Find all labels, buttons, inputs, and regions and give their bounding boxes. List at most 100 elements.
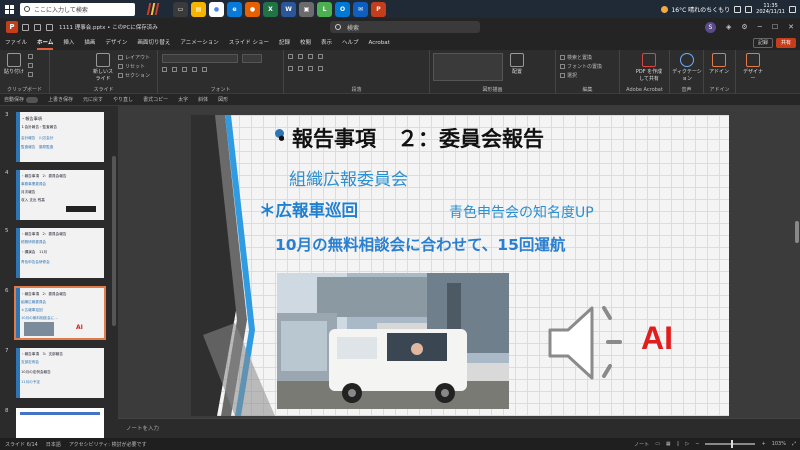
sorter-view-icon[interactable]: ▦ xyxy=(666,441,671,447)
format-painter-button[interactable] xyxy=(28,72,33,77)
align-center-icon[interactable] xyxy=(298,66,303,71)
underline-icon[interactable] xyxy=(182,67,187,72)
align-left-icon[interactable] xyxy=(288,66,293,71)
volume-icon[interactable] xyxy=(745,5,753,13)
tab-draw[interactable]: 描画 xyxy=(84,36,95,50)
ai-label[interactable]: AI xyxy=(641,320,673,357)
redo-icon[interactable] xyxy=(46,23,53,31)
language-indicator[interactable]: 日本語 xyxy=(46,441,61,448)
weather-widget[interactable]: 16°C 晴れのちくもり xyxy=(661,5,730,14)
notification-icon[interactable] xyxy=(789,5,796,13)
document-title[interactable]: 1111 理事会.pptx • このPCに保存済み xyxy=(59,23,158,31)
bold-icon[interactable] xyxy=(162,67,167,72)
bullets-icon[interactable] xyxy=(288,54,293,59)
tab-home[interactable]: ホーム xyxy=(37,36,54,50)
firefox-icon[interactable]: ● xyxy=(245,1,260,17)
slideshow-icon[interactable]: ▷ xyxy=(685,441,689,447)
align-right-icon[interactable] xyxy=(308,66,313,71)
tab-acrobat[interactable]: Acrobat xyxy=(369,36,390,50)
undo-button[interactable]: 元に戻す xyxy=(83,96,103,103)
slide-thumbnail[interactable]: ・報告事項 2：委員会報告 税務研修委員会 ・講演会 11月 青色申告会研修会 xyxy=(16,228,104,278)
record-button[interactable]: 記録 xyxy=(752,38,773,48)
campaign-text[interactable]: ＊広報車巡回 xyxy=(259,197,358,221)
section-button[interactable]: セクション xyxy=(118,72,150,79)
outlook-icon[interactable]: O xyxy=(335,1,350,17)
font-size-select[interactable] xyxy=(242,54,262,63)
zoom-out-icon[interactable]: − xyxy=(695,441,699,447)
panel-scrollbar[interactable] xyxy=(112,106,116,438)
addins-button[interactable]: アドイン xyxy=(708,53,730,75)
find-replace-button[interactable]: 検索と置換 xyxy=(560,54,592,61)
notes-pane[interactable]: ノートを入力 xyxy=(118,418,800,438)
slide-thumb-row[interactable]: 4 ・報告事項 2：委員会報告 事務事業委員会 月次報告 収入 支出 残高 xyxy=(0,170,118,226)
zoom-level[interactable]: 103% xyxy=(772,441,786,447)
windows-start-button[interactable] xyxy=(0,0,18,18)
zoom-slider[interactable] xyxy=(705,440,756,448)
slide-thumb-row[interactable]: 5 ・報告事項 2：委員会報告 税務研修委員会 ・講演会 11月 青色申告会研修… xyxy=(0,228,118,284)
tab-view[interactable]: 表示 xyxy=(321,36,332,50)
shapes-gallery[interactable] xyxy=(433,53,503,81)
justify-icon[interactable] xyxy=(318,66,323,71)
slide-thumbnail-selected[interactable]: ・報告事項 2：委員会報告 組織広報委員会 ＊広報車巡回 10月の無料相談会に…… xyxy=(14,286,106,340)
reset-button[interactable]: リセット xyxy=(118,63,145,70)
mail-icon[interactable]: ✉ xyxy=(353,1,368,17)
slide-title[interactable]: ・報告事項 ２：委員会報告 xyxy=(271,123,544,153)
accessibility-status[interactable]: アクセシビリティ: 検討が必要です xyxy=(69,441,147,448)
numbering-icon[interactable] xyxy=(298,54,303,59)
font-color-icon[interactable] xyxy=(202,67,207,72)
strike-icon[interactable] xyxy=(192,67,197,72)
taskbar-search-box[interactable]: ここに入力して検索 xyxy=(20,2,135,16)
indent-icon[interactable] xyxy=(308,54,313,59)
replace-fonts-button[interactable]: フォントの置換 xyxy=(560,63,602,70)
slide-thumb-row[interactable]: 8 xyxy=(0,408,118,438)
copilot-icon[interactable]: ◈ xyxy=(726,23,731,31)
scrollbar-thumb[interactable] xyxy=(795,221,799,243)
tab-help[interactable]: ヘルプ xyxy=(342,36,359,50)
tab-insert[interactable]: 挿入 xyxy=(63,36,74,50)
italic-button[interactable]: 斜体 xyxy=(198,96,208,103)
save-button[interactable]: 上書き保存 xyxy=(48,96,73,103)
share-button[interactable]: 共有 xyxy=(775,38,796,48)
paste-button[interactable]: 貼り付け xyxy=(3,53,25,75)
notes-button[interactable]: ノート xyxy=(634,441,649,448)
task-view-icon[interactable]: ▭ xyxy=(173,1,188,17)
dictate-button[interactable]: ディクテーション xyxy=(672,53,702,82)
fit-slide-icon[interactable]: ⤢ xyxy=(792,441,796,447)
slide-thumb-row[interactable]: 7 ・報告事項 3：支部報告 支部定例会 10月の定例会報告 11月の予定 xyxy=(0,348,118,404)
avatar[interactable]: S xyxy=(704,21,716,33)
close-icon[interactable]: ✕ xyxy=(788,23,794,31)
undo-icon[interactable] xyxy=(34,23,41,31)
redo-button[interactable]: やり直し xyxy=(113,96,133,103)
create-pdf-button[interactable]: PDF を作成して共有 xyxy=(634,53,664,82)
tab-record[interactable]: 記録 xyxy=(279,36,290,50)
committee-heading[interactable]: 組織広報委員会 xyxy=(289,165,408,190)
file-explorer-icon[interactable]: ▤ xyxy=(191,1,206,17)
scrollbar-thumb[interactable] xyxy=(112,156,116,326)
clock[interactable]: 11:35 2024/11/11 xyxy=(756,3,785,15)
slide-thumbnail[interactable]: ・報告事項 2：委員会報告 事務事業委員会 月次報告 収入 支出 残高 xyxy=(16,170,104,220)
chrome-icon[interactable]: ● xyxy=(209,1,224,17)
slide-thumbnail[interactable]: ・報告事項 １会計報告・監査報告 会計報告 川辺会計 監査報告 藤原監査 xyxy=(16,112,104,162)
format-painter-button[interactable]: 書式コピー xyxy=(143,96,168,103)
subtitle-text[interactable]: 青色申告会の知名度UP xyxy=(449,202,594,222)
save-icon[interactable] xyxy=(22,23,29,31)
tab-slideshow[interactable]: スライド ショー xyxy=(229,36,269,50)
app-icon[interactable]: ▣ xyxy=(299,1,314,17)
zoom-in-icon[interactable]: + xyxy=(761,441,765,447)
speaker-icon[interactable] xyxy=(546,300,636,385)
reading-view-icon[interactable]: ▯ xyxy=(677,441,680,447)
bold-button[interactable]: 太字 xyxy=(178,96,188,103)
normal-view-icon[interactable]: ▭ xyxy=(655,441,660,447)
tab-design[interactable]: デザイン xyxy=(105,36,127,50)
line-spacing-icon[interactable] xyxy=(318,54,323,59)
tab-review[interactable]: 校閲 xyxy=(300,36,311,50)
network-icon[interactable] xyxy=(734,5,742,13)
shapes-button[interactable]: 図形 xyxy=(218,96,228,103)
settings-icon[interactable]: ⚙ xyxy=(741,23,747,31)
copy-button[interactable] xyxy=(28,63,33,68)
italic-icon[interactable] xyxy=(172,67,177,72)
zoom-slider-thumb[interactable] xyxy=(731,440,734,448)
designer-button[interactable]: デザイナー xyxy=(742,53,764,82)
tab-file[interactable]: ファイル xyxy=(5,36,27,50)
current-slide[interactable]: ・報告事項 ２：委員会報告 組織広報委員会 ＊広報車巡回 青色申告会の知名度UP… xyxy=(191,115,729,416)
